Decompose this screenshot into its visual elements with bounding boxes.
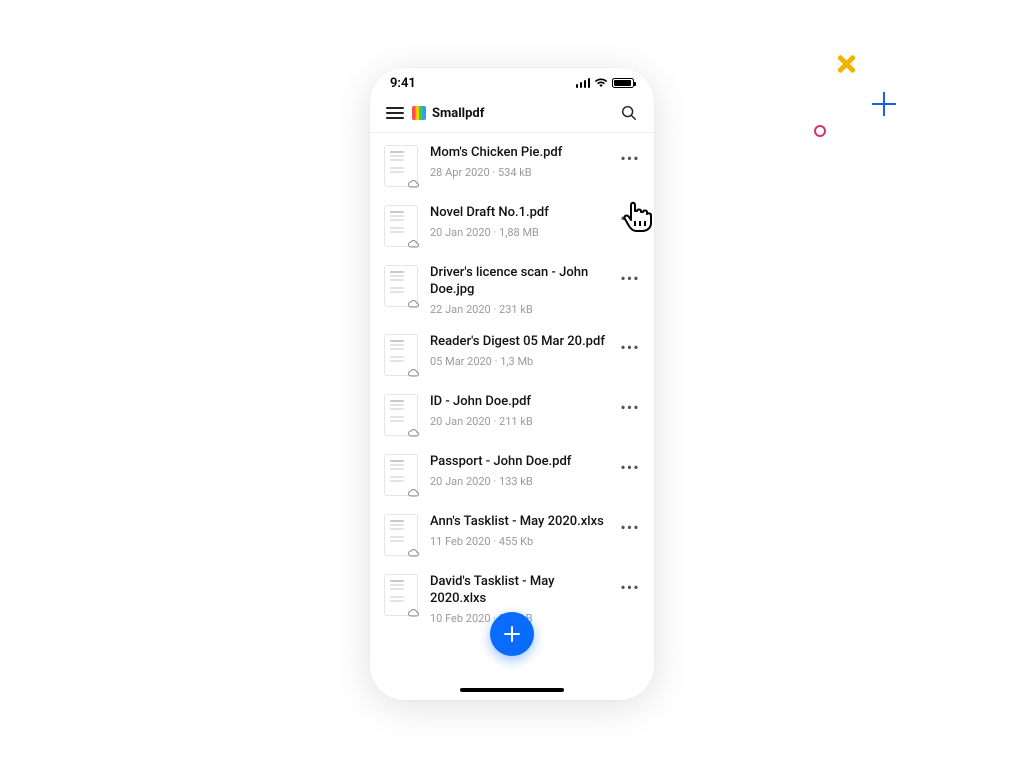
file-thumbnail-icon xyxy=(384,265,418,307)
app-header: Smallpdf xyxy=(370,98,654,133)
status-bar: 9:41 xyxy=(370,68,654,98)
cloud-sync-icon xyxy=(407,489,419,497)
file-row[interactable]: Reader's Digest 05 Mar 20.pdf 05 Mar 2020… xyxy=(370,322,654,382)
file-more-button[interactable]: ••• xyxy=(620,269,640,288)
file-thumbnail-icon xyxy=(384,334,418,376)
file-name: David's Tasklist - May 2020.xlxs xyxy=(430,574,608,608)
cloud-sync-icon xyxy=(407,549,419,557)
file-thumbnail-icon xyxy=(384,574,418,616)
file-more-button[interactable]: ••• xyxy=(620,518,640,537)
file-row[interactable]: Passport - John Doe.pdf 20 Jan 2020 · 133… xyxy=(370,442,654,502)
home-indicator xyxy=(460,688,564,692)
phone-frame: 9:41 Smallpdf Mom's Chicken Pie.pdf 28 Ap… xyxy=(370,68,654,700)
file-thumbnail-icon xyxy=(384,205,418,247)
file-more-button[interactable]: ••• xyxy=(620,149,640,168)
file-name: Reader's Digest 05 Mar 20.pdf xyxy=(430,334,608,351)
wifi-icon xyxy=(594,78,608,88)
cloud-sync-icon xyxy=(407,300,419,308)
cloud-sync-icon xyxy=(407,609,419,617)
decorative-plus-icon xyxy=(872,92,896,116)
file-name: Passport - John Doe.pdf xyxy=(430,454,608,471)
add-button[interactable] xyxy=(490,612,534,656)
file-meta: 20 Jan 2020 · 211 kB xyxy=(430,415,608,428)
cloud-sync-icon xyxy=(407,240,419,248)
file-more-button[interactable]: ••• xyxy=(620,398,640,417)
file-meta: 22 Jan 2020 · 231 kB xyxy=(430,303,608,316)
cloud-sync-icon xyxy=(407,180,419,188)
file-row[interactable]: Ann's Tasklist - May 2020.xlxs 11 Feb 202… xyxy=(370,502,654,562)
menu-button[interactable] xyxy=(386,107,404,119)
file-name: Ann's Tasklist - May 2020.xlxs xyxy=(430,514,608,531)
file-meta: 20 Jan 2020 · 1,88 MB xyxy=(430,226,608,239)
file-more-button[interactable]: ••• xyxy=(620,209,640,228)
file-row[interactable]: Mom's Chicken Pie.pdf 28 Apr 2020 · 534 k… xyxy=(370,133,654,193)
file-meta: 28 Apr 2020 · 534 kB xyxy=(430,166,608,179)
file-more-button[interactable]: ••• xyxy=(620,458,640,477)
file-thumbnail-icon xyxy=(384,514,418,556)
file-meta: 11 Feb 2020 · 455 Kb xyxy=(430,535,608,548)
file-meta: 20 Jan 2020 · 133 kB xyxy=(430,475,608,488)
file-name: Mom's Chicken Pie.pdf xyxy=(430,145,608,162)
file-name: ID - John Doe.pdf xyxy=(430,394,608,411)
cloud-sync-icon xyxy=(407,369,419,377)
file-row[interactable]: ID - John Doe.pdf 20 Jan 2020 · 211 kB ••• xyxy=(370,382,654,442)
cellular-signal-icon xyxy=(576,78,591,88)
decorative-circle-icon xyxy=(814,125,826,137)
file-meta: 05 Mar 2020 · 1,3 Mb xyxy=(430,355,608,368)
cloud-sync-icon xyxy=(407,429,419,437)
file-list[interactable]: Mom's Chicken Pie.pdf 28 Apr 2020 · 534 k… xyxy=(370,133,654,631)
app-brand: Smallpdf xyxy=(432,106,484,121)
decorative-x-icon xyxy=(836,54,856,74)
file-more-button[interactable]: ••• xyxy=(620,338,640,357)
file-name: Driver's licence scan - John Doe.jpg xyxy=(430,265,608,299)
app-logo-icon xyxy=(412,106,426,120)
file-row[interactable]: Novel Draft No.1.pdf 20 Jan 2020 · 1,88 M… xyxy=(370,193,654,253)
search-button[interactable] xyxy=(620,104,638,122)
battery-icon xyxy=(612,78,634,88)
status-time: 9:41 xyxy=(390,76,416,91)
file-row[interactable]: Driver's licence scan - John Doe.jpg 22 J… xyxy=(370,253,654,322)
file-more-button[interactable]: ••• xyxy=(620,578,640,597)
file-thumbnail-icon xyxy=(384,454,418,496)
file-thumbnail-icon xyxy=(384,145,418,187)
file-name: Novel Draft No.1.pdf xyxy=(430,205,608,222)
file-thumbnail-icon xyxy=(384,394,418,436)
